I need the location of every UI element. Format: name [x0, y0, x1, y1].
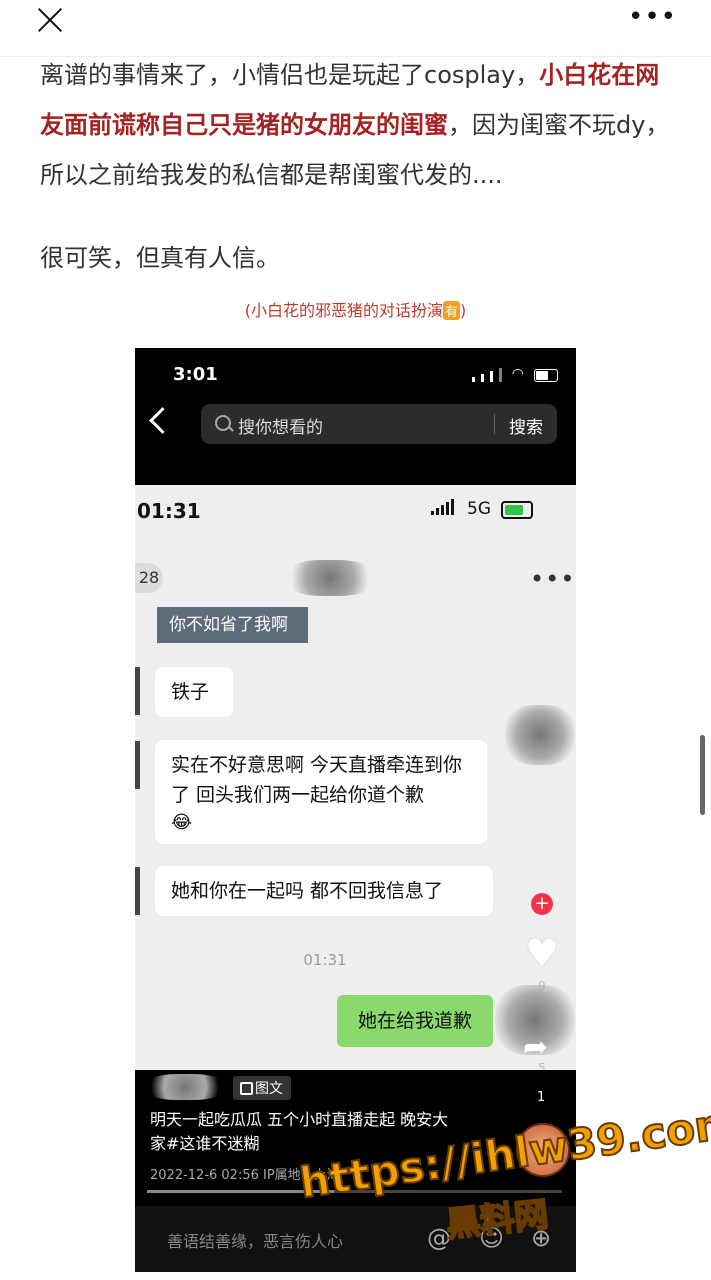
page-scrollbar[interactable]: [700, 735, 705, 815]
wifi-icon: ◠: [511, 366, 524, 382]
battery-icon: [534, 369, 558, 382]
search-input[interactable]: 搜你想看的 搜索: [201, 404, 557, 444]
search-button[interactable]: 搜索: [509, 413, 543, 438]
image-caption: (小白花的邪恶猪的对话扮演有): [244, 301, 467, 320]
avatar: [135, 667, 140, 715]
close-icon[interactable]: [36, 6, 64, 34]
chat-screenshot: 01:31 5G 28 ••• 你不如省了我啊 铁子 实在不好意思啊 今天直播牵…: [135, 485, 576, 1127]
divider: [494, 414, 495, 434]
message-timestamp: 01:31: [303, 951, 347, 969]
signal-icon: [471, 377, 475, 382]
share-icon[interactable]: ➦: [523, 1030, 548, 1065]
chat-status-time: 01:31: [137, 499, 201, 523]
blurred-avatar: [505, 705, 575, 765]
chat-bubble: 实在不好意思啊 今天直播牵连到你了 回头我们两一起给你道个歉 😂: [155, 740, 487, 844]
avatar: [135, 741, 140, 789]
article-paragraph-1: 离谱的事情来了，小情侣也是玩起了cosplay，小白花在网友面前谎称自己只是猪的…: [40, 50, 680, 200]
blurred-username: [285, 560, 375, 596]
network-label: 5G: [467, 499, 491, 519]
chat-bubble: 铁子: [155, 667, 233, 717]
avatar: [135, 867, 140, 915]
unread-count-badge: 28: [135, 563, 163, 593]
follow-plus-icon[interactable]: +: [531, 893, 553, 915]
like-icon[interactable]: ♥: [525, 931, 559, 975]
caption-badge: 有: [442, 301, 460, 320]
back-icon[interactable]: [149, 407, 176, 434]
search-icon: [215, 415, 231, 431]
blurred-author: [145, 1074, 225, 1100]
laughing-emoji: 😂: [171, 812, 193, 833]
sent-message: 她在给我道歉: [337, 995, 493, 1047]
share-count: 1: [537, 1090, 546, 1105]
chat-bubble: 她和你在一起吗 都不回我信息了: [155, 866, 493, 916]
more-options-icon[interactable]: •••: [628, 4, 677, 30]
chat-banner: 你不如省了我啊: [157, 607, 308, 643]
chat-more-icon[interactable]: •••: [530, 565, 575, 593]
search-placeholder: 搜你想看的: [238, 418, 323, 438]
phone-top-bar: 3:01 ◠ 搜你想看的 搜索: [135, 348, 576, 485]
chat-signal-icon: [431, 499, 454, 515]
article-text: 离谱的事情来了，小情侣也是玩起了cosplay，: [40, 61, 540, 89]
status-icons: ◠: [471, 366, 558, 382]
charging-battery-icon: [501, 501, 533, 519]
top-bar: •••: [0, 0, 711, 57]
article-paragraph-2: 很可笑，但真有人信。: [40, 244, 280, 272]
status-time: 3:01: [173, 364, 218, 385]
post-type-tag: 图文: [233, 1076, 291, 1100]
comment-input[interactable]: 善语结善缘，恶言伤人心: [167, 1228, 343, 1252]
